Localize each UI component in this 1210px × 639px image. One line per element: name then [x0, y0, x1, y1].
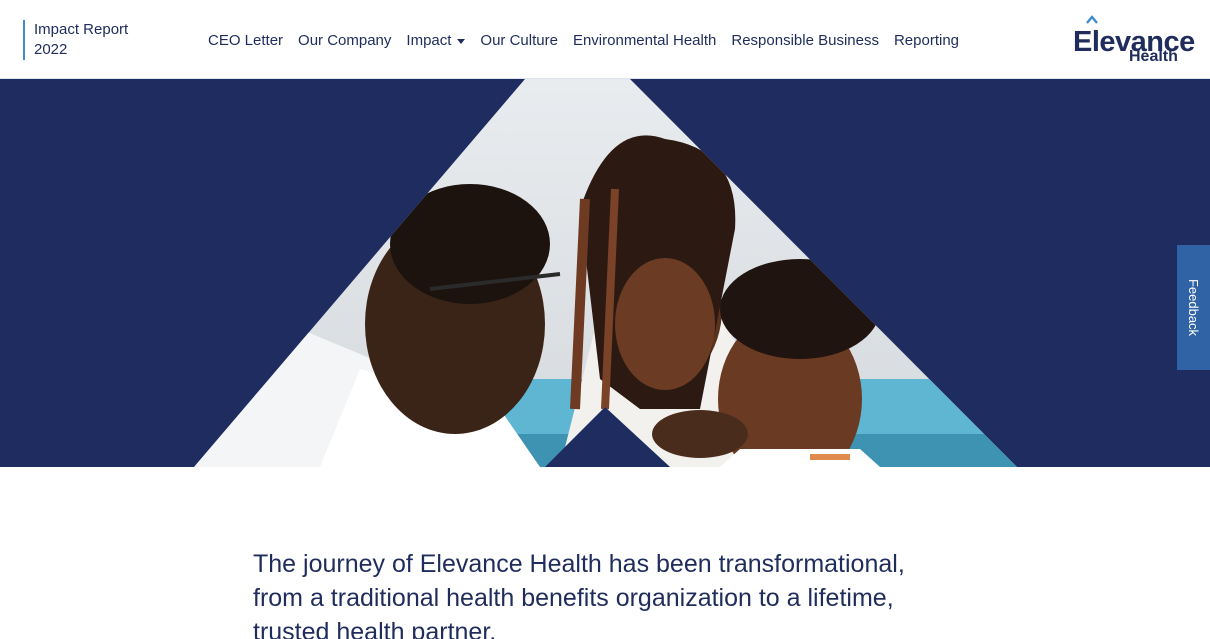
nav-responsible-business[interactable]: Responsible Business	[731, 32, 879, 49]
nav-label: CEO Letter	[208, 32, 284, 49]
nav-ceo-letter[interactable]: CEO Letter	[208, 32, 283, 49]
feedback-label: Feedback	[1186, 278, 1201, 337]
nav-our-company[interactable]: Our Company	[298, 32, 391, 49]
nav-our-culture[interactable]: Our Culture	[480, 32, 558, 49]
feedback-tab[interactable]: Feedback	[1177, 245, 1210, 370]
nav-label: Our Company	[298, 32, 392, 49]
nav-label: Responsible Business	[731, 32, 879, 49]
intro-paragraph: The journey of Elevance Health has been …	[253, 550, 905, 639]
nav-environmental-health[interactable]: Environmental Health	[573, 32, 716, 49]
nav-reporting[interactable]: Reporting	[894, 32, 959, 49]
report-title[interactable]: Impact Report 2022	[23, 20, 128, 60]
hero-banner	[0, 79, 1210, 467]
nav-impact[interactable]: Impact	[406, 32, 466, 49]
main-nav: CEO Letter Our Company Impact Our Cultur…	[208, 32, 974, 49]
report-title-line1: Impact Report	[34, 21, 129, 38]
chevron-down-icon	[457, 39, 466, 44]
elevance-health-logo[interactable]: Elevance Health	[1073, 14, 1195, 66]
report-title-line2: 2022	[34, 41, 68, 58]
logo-sub: Health	[1129, 48, 1178, 65]
nav-label: Impact	[406, 32, 452, 49]
nav-label: Reporting	[893, 32, 960, 49]
logo-caret-icon	[1086, 15, 1098, 24]
nav-label: Our Culture	[480, 32, 558, 49]
hero-photo	[0, 79, 1210, 467]
nav-label: Environmental Health	[572, 32, 717, 49]
site-header: Impact Report 2022 CEO Letter Our Compan…	[0, 0, 1210, 79]
